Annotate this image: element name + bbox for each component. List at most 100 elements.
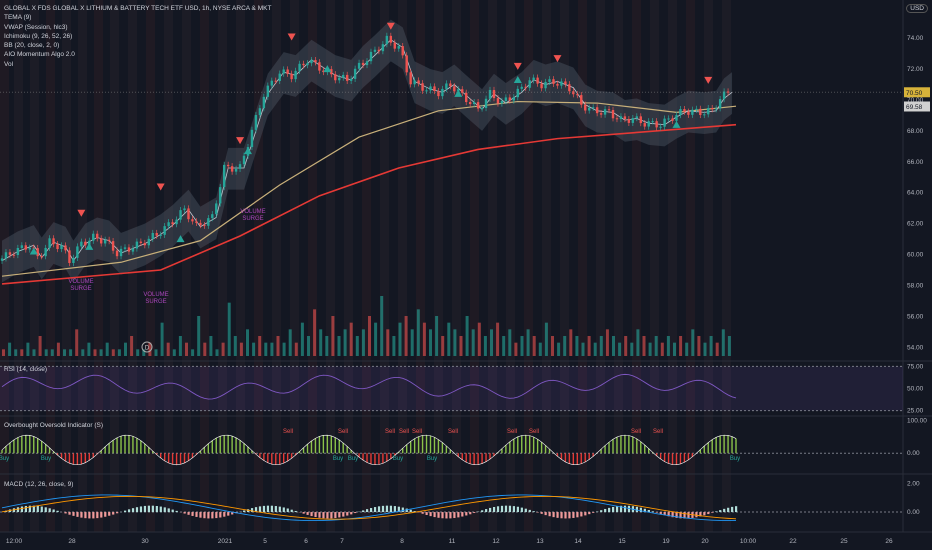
- macd-histogram-bar: [576, 512, 579, 518]
- macd-histogram-bar: [310, 512, 313, 517]
- candle-body: [278, 73, 281, 81]
- macd-histogram-bar: [401, 507, 404, 513]
- candle-body: [683, 109, 686, 112]
- volume-bar: [81, 349, 85, 356]
- candle-body: [564, 81, 567, 85]
- sell-signal-label: Sell: [507, 429, 517, 435]
- volume-bar: [63, 349, 66, 356]
- candle-body: [48, 238, 51, 248]
- rsi-tick-label: 50.00: [907, 386, 924, 393]
- macd-histogram-bar: [48, 508, 51, 513]
- candle-body: [103, 239, 107, 244]
- sell-signal-label: Sell: [338, 429, 348, 435]
- macd-histogram-bar: [366, 509, 369, 513]
- x-tick-label: 12: [492, 538, 500, 545]
- chart-canvas[interactable]: 74.0072.0070.0068.0066.0064.0062.0060.00…: [0, 0, 932, 550]
- macd-histogram-bar: [715, 511, 718, 513]
- legend-item[interactable]: AIO Momentum Algo 2.0: [4, 50, 271, 59]
- macd-histogram-bar: [243, 510, 246, 513]
- macd-histogram-bar: [270, 505, 273, 513]
- macd-histogram-bar: [496, 506, 500, 513]
- volume-bar: [56, 342, 60, 356]
- macd-histogram-bar: [76, 512, 79, 517]
- legend-item[interactable]: TEMA (9): [4, 13, 271, 22]
- candle-body: [465, 92, 468, 103]
- macd-histogram-bar: [68, 512, 71, 515]
- volume-bar: [605, 329, 609, 356]
- volume-bar: [20, 349, 24, 356]
- volume-surge-label: VOLUME: [143, 292, 168, 298]
- x-tick-label: 26: [885, 538, 893, 545]
- volume-bar: [526, 329, 530, 356]
- candle-body: [28, 247, 31, 250]
- volume-bar: [69, 349, 73, 356]
- candle-body: [409, 72, 412, 85]
- candle-body: [68, 250, 71, 263]
- candle-body: [544, 81, 547, 89]
- candle-body: [643, 123, 646, 127]
- volume-bar: [581, 342, 585, 356]
- macd-histogram-bar: [262, 505, 266, 513]
- macd-histogram-bar: [40, 506, 43, 513]
- y-tick-label: 74.00: [907, 35, 924, 42]
- volume-bar: [99, 349, 103, 356]
- macd-histogram-bar: [544, 512, 547, 516]
- candle-body: [203, 225, 206, 227]
- candle-body: [508, 97, 512, 101]
- rsi-pane-label: RSI (14, close): [4, 366, 47, 373]
- legend-item[interactable]: BB (20, close, 2, 0): [4, 41, 271, 50]
- macd-histogram-bar: [711, 512, 714, 513]
- rsi-tick-label: 75.00: [907, 363, 924, 370]
- candle-body: [0, 258, 4, 261]
- candle-body: [607, 109, 611, 111]
- sell-signal-label: Sell: [399, 429, 409, 435]
- legend-item[interactable]: Vol: [4, 60, 271, 69]
- volume-bar: [38, 336, 42, 356]
- macd-histogram-bar: [155, 505, 158, 513]
- candle-body: [40, 256, 43, 258]
- macd-histogram-bar: [326, 512, 329, 519]
- candle-body: [492, 90, 496, 99]
- candle-body: [199, 222, 202, 226]
- macd-histogram-bar: [564, 512, 567, 519]
- currency-badge[interactable]: USD: [906, 4, 928, 13]
- candle-body: [234, 168, 238, 172]
- volume-bar: [160, 322, 164, 356]
- volume-bar: [453, 329, 457, 356]
- volume-bar: [14, 349, 18, 356]
- macd-histogram-bar: [449, 512, 452, 519]
- volume-bar: [483, 336, 487, 356]
- legend-item[interactable]: VWAP (Session, hlc3): [4, 23, 271, 32]
- volume-bar: [532, 336, 536, 356]
- candle-body: [191, 219, 194, 222]
- volume-bar: [416, 309, 420, 356]
- macd-histogram-bar: [469, 512, 472, 515]
- candle-body: [147, 238, 150, 246]
- candle-body: [357, 62, 361, 69]
- volume-bar: [502, 336, 506, 356]
- candle-body: [215, 203, 218, 215]
- volume-bar: [459, 336, 463, 356]
- legend-item[interactable]: Ichimoku (9, 26, 52, 26): [4, 32, 271, 41]
- macd-histogram-bar: [108, 512, 111, 516]
- macd-histogram-bar: [362, 510, 365, 513]
- candle-body: [595, 107, 599, 114]
- candle-body: [417, 80, 420, 84]
- volume-bar: [331, 316, 335, 356]
- macd-histogram-bar: [568, 512, 571, 519]
- macd-histogram-bar: [489, 507, 492, 513]
- volume-bar: [386, 329, 390, 356]
- macd-histogram-bar: [84, 512, 87, 519]
- macd-histogram-bar: [195, 512, 198, 517]
- macd-histogram-bar: [512, 506, 516, 513]
- obos-pane-label: Overbought Oversold Indicator (S): [4, 422, 103, 429]
- candle-body: [139, 241, 143, 243]
- symbol-title: GLOBAL X FDS GLOBAL X LITHIUM & BATTERY …: [4, 5, 272, 12]
- volume-bar: [197, 316, 201, 356]
- candle-body: [353, 68, 357, 79]
- volume-bar: [575, 336, 579, 356]
- macd-histogram-bar: [703, 512, 706, 516]
- macd-histogram-bar: [163, 507, 166, 513]
- candle-body: [187, 208, 190, 220]
- candle-body: [80, 241, 83, 247]
